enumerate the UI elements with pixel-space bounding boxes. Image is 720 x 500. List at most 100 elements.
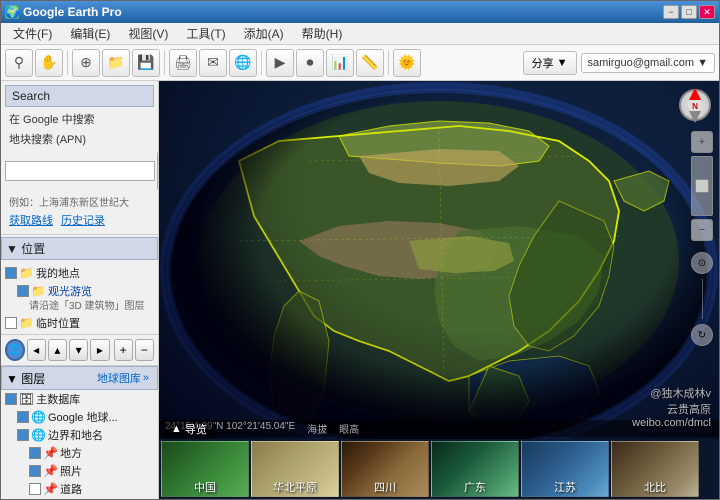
layer-item-1[interactable]: 🌐Google 地球...	[1, 408, 158, 426]
minimize-button[interactable]: −	[663, 5, 679, 19]
my-places-checkbox[interactable]	[5, 267, 17, 279]
layers-title[interactable]: ▼ 图层	[6, 370, 93, 387]
toolbar-btn-9[interactable]: ▶	[266, 49, 294, 77]
layer-icon-0: 🗄	[19, 392, 34, 406]
temp-location-item[interactable]: 📁 临时位置	[5, 314, 154, 332]
strip-item-0[interactable]: 中国	[161, 441, 249, 497]
layer-checkbox-1[interactable]	[17, 411, 29, 423]
toolbar-btn-10[interactable]: ⏺	[296, 49, 324, 77]
menu-add[interactable]: 添加(A)	[236, 23, 292, 44]
compass-circle[interactable]: N	[679, 89, 711, 121]
globe-nav-button[interactable]: 🌐	[5, 339, 25, 361]
layers-header-row: ▼ 图层 地球图库 »	[1, 366, 158, 390]
layer-checkbox-2[interactable]	[17, 429, 29, 441]
gallery-button[interactable]: 地球图库 »	[93, 369, 153, 387]
layer-item-4[interactable]: 📌照片	[1, 462, 158, 480]
strip-item-5[interactable]: 北比	[611, 441, 699, 497]
tour-checkbox[interactable]	[17, 285, 29, 297]
map-area[interactable]: N + − ⊙ ↻ 24°15'4.09"N 102°21'45.04"E	[159, 81, 719, 499]
email-display[interactable]: samirguo@gmail.com ▼	[581, 53, 715, 73]
zoom-slider[interactable]	[691, 156, 713, 216]
layer-label-1: Google 地球...	[48, 409, 118, 425]
toolbar-btn-11[interactable]: 📊	[326, 49, 354, 77]
compass-n-label: N	[692, 102, 698, 111]
layer-label-4: 照片	[60, 463, 82, 479]
strip-items: 中国华北平原四川广东江苏北比	[159, 439, 701, 499]
layer-icon-1: 🌐	[31, 410, 46, 424]
tour-label: 观光游览	[48, 283, 92, 299]
menu-view[interactable]: 视图(V)	[120, 23, 176, 44]
layer-item-6[interactable]: 📌3D 建筑	[1, 498, 158, 499]
search-input[interactable]	[5, 161, 155, 181]
temp-location-label: 临时位置	[36, 315, 80, 331]
menu-edit[interactable]: 编辑(E)	[62, 23, 118, 44]
history-link[interactable]: 历史记录	[61, 212, 105, 228]
toolbar-btn-8[interactable]: 🌐	[229, 49, 257, 77]
search-links: 获取路线 历史记录	[5, 210, 154, 230]
toolbar-btn-5[interactable]: 💾	[132, 49, 160, 77]
nav-left-button[interactable]: ◂	[27, 339, 46, 361]
compass-south-arrow	[689, 111, 701, 123]
layer-label-5: 道路	[60, 481, 82, 497]
zoom-out-button[interactable]: −	[135, 339, 154, 361]
layer-checkbox-4[interactable]	[29, 465, 41, 477]
layer-checkbox-0[interactable]	[5, 393, 17, 405]
get-directions-link[interactable]: 获取路线	[9, 212, 53, 228]
toolbar-btn-3[interactable]: ⊕	[72, 49, 100, 77]
toolbar-sep-3	[261, 51, 262, 75]
toolbar-btn-12[interactable]: 📏	[356, 49, 384, 77]
toolbar-btn-1[interactable]: ⚲	[5, 49, 33, 77]
strip-item-3[interactable]: 广东	[431, 441, 519, 497]
zoom-slider-up[interactable]: +	[691, 131, 713, 153]
toolbar-btn-7[interactable]: ✉	[199, 49, 227, 77]
strip-item-1[interactable]: 华北平原	[251, 441, 339, 497]
temp-location-checkbox[interactable]	[5, 317, 17, 329]
zoom-slider-down[interactable]: −	[691, 219, 713, 241]
layer-checkbox-3[interactable]	[29, 447, 41, 459]
menu-help[interactable]: 帮助(H)	[294, 23, 351, 44]
tour-item[interactable]: 📁 观光游览	[5, 282, 154, 300]
tilt-control[interactable]: ⊙	[691, 252, 713, 274]
nav-down-button[interactable]: ▾	[69, 339, 88, 361]
maximize-button[interactable]: □	[681, 5, 697, 19]
location-content: 📁 我的地点 📁 观光游览 请沿途「3D 建筑物」图层 📁 临时位置	[1, 262, 158, 334]
layer-icon-5: 📌	[43, 482, 58, 496]
search-row: 搜索	[5, 152, 154, 190]
bottom-strip: ▲ 导览 中国华北平原四川广东江苏北比	[159, 439, 719, 499]
strip-label-0: 中国	[161, 479, 249, 495]
layer-item-3[interactable]: 📌地方	[1, 444, 158, 462]
toolbar-sep-4	[388, 51, 389, 75]
watermark-line2: 云贵高原	[632, 401, 711, 417]
search-example: 例如：上海浦东新区世纪大	[5, 193, 154, 210]
layer-item-2[interactable]: 🌐边界和地名	[1, 426, 158, 444]
watermark-line1: @独木成林v	[632, 385, 711, 401]
share-button[interactable]: 分享 ▼	[523, 51, 577, 75]
main-area: Search 在 Google 中搜索 地块搜索 (APN) 搜索 例如：上海浦…	[1, 81, 719, 499]
strip-label-3: 广东	[431, 479, 519, 495]
menu-tools[interactable]: 工具(T)	[178, 23, 233, 44]
layers-section: ▼ 图层 地球图库 » 🗄主数据库🌐Google 地球...🌐边界和地名📌地方📌…	[1, 366, 158, 499]
zoom-in-button[interactable]: +	[114, 339, 133, 361]
toolbar-btn-4[interactable]: 📁	[102, 49, 130, 77]
zoom-slider-thumb	[695, 179, 709, 193]
layer-item-0[interactable]: 🗄主数据库	[1, 390, 158, 408]
rotate-control[interactable]: ↻	[691, 324, 713, 346]
temp-folder-icon: 📁	[19, 316, 34, 330]
layers-list: 🗄主数据库🌐Google 地球...🌐边界和地名📌地方📌照片📌道路📌3D 建筑🌐…	[1, 390, 158, 499]
nav-right-button[interactable]: ▸	[90, 339, 109, 361]
close-button[interactable]: ✕	[699, 5, 715, 19]
eye-label: 眼高	[339, 421, 359, 436]
my-places-item[interactable]: 📁 我的地点	[5, 264, 154, 282]
menu-file[interactable]: 文件(F)	[5, 23, 60, 44]
layer-item-5[interactable]: 📌道路	[1, 480, 158, 498]
toolbar-btn-13[interactable]: 🌞	[393, 49, 421, 77]
sidebar: Search 在 Google 中搜索 地块搜索 (APN) 搜索 例如：上海浦…	[1, 81, 159, 499]
toolbar-btn-6[interactable]: 🖨	[169, 49, 197, 77]
tour-desc-item[interactable]: 请沿途「3D 建筑物」图层	[5, 300, 154, 314]
strip-item-2[interactable]: 四川	[341, 441, 429, 497]
layer-checkbox-5[interactable]	[29, 483, 41, 495]
location-header[interactable]: ▼ 位置	[1, 237, 158, 260]
toolbar-btn-2[interactable]: ✋	[35, 49, 63, 77]
nav-up-button[interactable]: ▴	[48, 339, 67, 361]
strip-item-4[interactable]: 江苏	[521, 441, 609, 497]
